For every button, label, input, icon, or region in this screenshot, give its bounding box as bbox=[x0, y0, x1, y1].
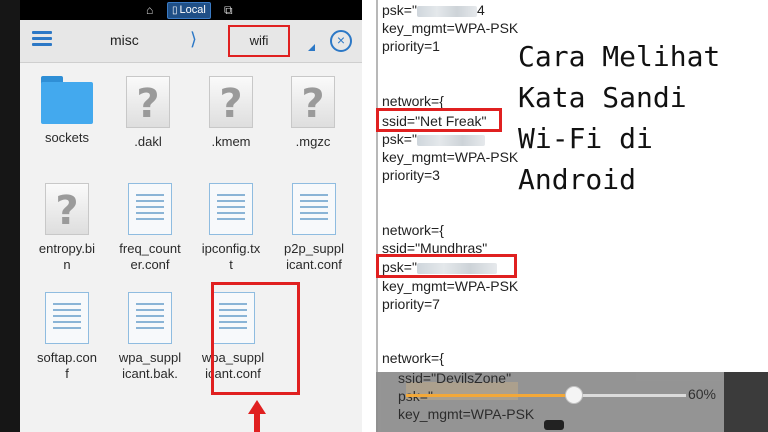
file-name: p2p_suppl icant.conf bbox=[284, 241, 344, 272]
progress-fill bbox=[406, 394, 574, 397]
file-item[interactable]: wpa_suppl icant.bak. bbox=[110, 292, 190, 382]
text-file-icon bbox=[292, 183, 336, 235]
file-item[interactable]: ? .mgzc bbox=[273, 76, 353, 150]
file-name: sockets bbox=[44, 130, 90, 145]
article-title: Cara Melihat Kata Sandi Wi-Fi di Android bbox=[518, 40, 721, 196]
menu-icon[interactable] bbox=[32, 31, 52, 47]
home-icon[interactable]: ⌂ bbox=[146, 3, 153, 17]
config-line: key_mgmt=WPA-PSK bbox=[382, 278, 519, 294]
config-line: priority=1 bbox=[382, 38, 440, 54]
highlight-box-psk bbox=[376, 254, 517, 278]
file-name: .kmem bbox=[211, 134, 251, 149]
local-storage-label: Local bbox=[179, 4, 206, 16]
file-manager-panel: ⌂ ▯ Local ⧉ misc ⟩ wifi × sockets ? .dakl… bbox=[0, 0, 362, 432]
breadcrumb-wifi[interactable]: wifi bbox=[228, 25, 290, 57]
divider bbox=[376, 0, 378, 432]
file-item[interactable]: ? entropy.bi n bbox=[27, 183, 107, 273]
config-line: psk=" 4 bbox=[382, 2, 485, 18]
phone-icon: ▯ bbox=[172, 5, 178, 16]
config-line: key_mgmt=WPA-PSK bbox=[398, 406, 535, 422]
arrow-up-icon bbox=[248, 400, 266, 432]
file-item[interactable]: ? .kmem bbox=[191, 76, 271, 150]
file-item[interactable]: p2p_suppl icant.conf bbox=[274, 183, 354, 273]
device-icon[interactable]: ⧉ bbox=[224, 3, 233, 18]
file-item[interactable]: ipconfig.tx t bbox=[191, 183, 271, 273]
file-name: softap.con f bbox=[37, 350, 97, 381]
text-file-icon bbox=[128, 183, 172, 235]
config-line: ssid="DevilsZone" bbox=[398, 370, 512, 386]
camera-icon[interactable] bbox=[544, 420, 564, 430]
text-file-icon bbox=[209, 183, 253, 235]
file-name: wpa_suppl icant.bak. bbox=[118, 350, 182, 381]
folder-icon bbox=[41, 76, 93, 124]
breadcrumb-separator-icon: ⟩ bbox=[190, 29, 198, 49]
config-line: network={ bbox=[382, 350, 444, 366]
file-item[interactable]: ? .dakl bbox=[108, 76, 188, 150]
status-bar: ⌂ ▯ Local ⧉ bbox=[20, 0, 362, 20]
close-icon[interactable]: × bbox=[330, 30, 352, 52]
local-storage-badge[interactable]: ▯ Local bbox=[167, 2, 211, 19]
unknown-file-icon: ? bbox=[45, 183, 89, 235]
file-name: .mgzc bbox=[295, 134, 331, 149]
config-line: priority=7 bbox=[382, 296, 440, 312]
config-line: priority=3 bbox=[382, 167, 440, 183]
file-name: .dakl bbox=[134, 134, 162, 149]
dropdown-corner-icon[interactable] bbox=[308, 44, 315, 51]
toolbar: misc ⟩ wifi × bbox=[20, 20, 362, 63]
file-item[interactable]: softap.con f bbox=[27, 292, 107, 382]
highlight-box-ssid bbox=[376, 108, 502, 132]
video-edge bbox=[724, 372, 768, 432]
unknown-file-icon: ? bbox=[126, 76, 170, 128]
config-line: key_mgmt=WPA-PSK bbox=[382, 149, 519, 165]
highlight-box-file bbox=[211, 282, 300, 395]
progress-label: 60% bbox=[687, 386, 716, 402]
file-item[interactable]: freq_count er.conf bbox=[110, 183, 190, 273]
phone-screen: ⌂ ▯ Local ⧉ misc ⟩ wifi × sockets ? .dakl… bbox=[20, 0, 362, 432]
file-item[interactable]: sockets bbox=[27, 76, 107, 146]
file-name: freq_count er.conf bbox=[119, 241, 181, 272]
config-line: psk=" bbox=[382, 131, 485, 148]
config-line: key_mgmt=WPA-PSK bbox=[382, 20, 519, 36]
breadcrumb-misc[interactable]: misc bbox=[110, 32, 139, 48]
file-name: ipconfig.tx t bbox=[201, 241, 261, 272]
text-file-icon bbox=[128, 292, 172, 344]
config-line: network={ bbox=[382, 222, 444, 238]
file-name: entropy.bi n bbox=[38, 241, 96, 272]
text-file-icon bbox=[45, 292, 89, 344]
progress-knob[interactable] bbox=[565, 386, 583, 404]
unknown-file-icon: ? bbox=[209, 76, 253, 128]
unknown-file-icon: ? bbox=[291, 76, 335, 128]
